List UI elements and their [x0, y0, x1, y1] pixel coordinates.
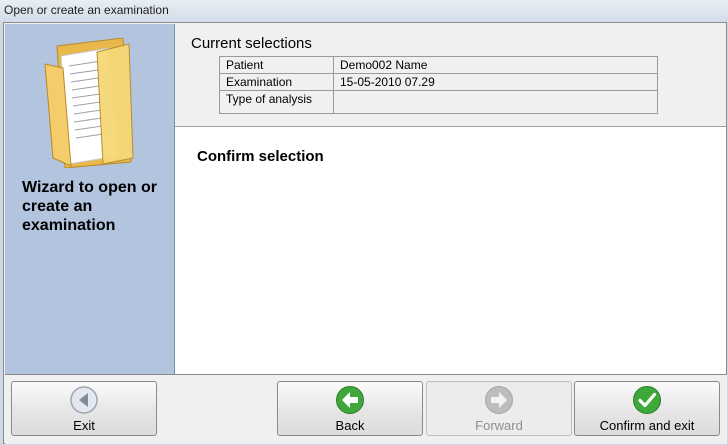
- exit-button[interactable]: Exit: [11, 381, 157, 436]
- green-left-arrow-icon: [336, 386, 364, 414]
- wizard-content: Confirm selection: [175, 127, 726, 374]
- selection-label: Patient: [219, 56, 334, 74]
- table-row: Patient Demo002 Name: [219, 56, 658, 74]
- wizard-sidebar: Wizard to open or create an examination: [5, 24, 175, 374]
- open-folder-icon: [44, 38, 134, 168]
- forward-label: Forward: [475, 418, 523, 433]
- wizard-footer: Exit Back Forward Confirm and exit: [5, 374, 727, 444]
- window-title: Open or create an examination: [4, 3, 169, 17]
- table-row: Examination 15-05-2010 07.29: [219, 73, 658, 91]
- forward-button[interactable]: Forward: [426, 381, 572, 436]
- table-row: Type of analysis: [219, 90, 658, 114]
- selection-value: Demo002 Name: [333, 56, 658, 74]
- current-selections-panel: Current selections Patient Demo002 Name …: [175, 24, 726, 127]
- green-checkmark-icon: [633, 386, 661, 414]
- selection-value: 15-05-2010 07.29: [333, 73, 658, 91]
- gray-right-arrow-icon: [485, 386, 513, 414]
- circle-left-arrow-icon: [70, 386, 98, 414]
- back-button[interactable]: Back: [277, 381, 423, 436]
- selection-label: Examination: [219, 73, 334, 91]
- confirm-and-exit-label: Confirm and exit: [599, 418, 695, 433]
- confirm-and-exit-button[interactable]: Confirm and exit: [574, 381, 720, 436]
- confirm-selection-heading: Confirm selection: [197, 148, 324, 165]
- current-selections-title: Current selections: [191, 35, 312, 52]
- wizard-description: Wizard to open or create an examination: [22, 179, 157, 234]
- window-titlebar: Open or create an examination: [0, 0, 728, 22]
- back-label: Back: [335, 418, 365, 433]
- selection-value: [333, 90, 658, 114]
- wizard-dialog: Wizard to open or create an examination …: [3, 22, 727, 444]
- exit-label: Exit: [73, 418, 95, 433]
- selection-label: Type of analysis: [219, 90, 334, 114]
- selections-table: Patient Demo002 Name Examination 15-05-2…: [219, 56, 658, 114]
